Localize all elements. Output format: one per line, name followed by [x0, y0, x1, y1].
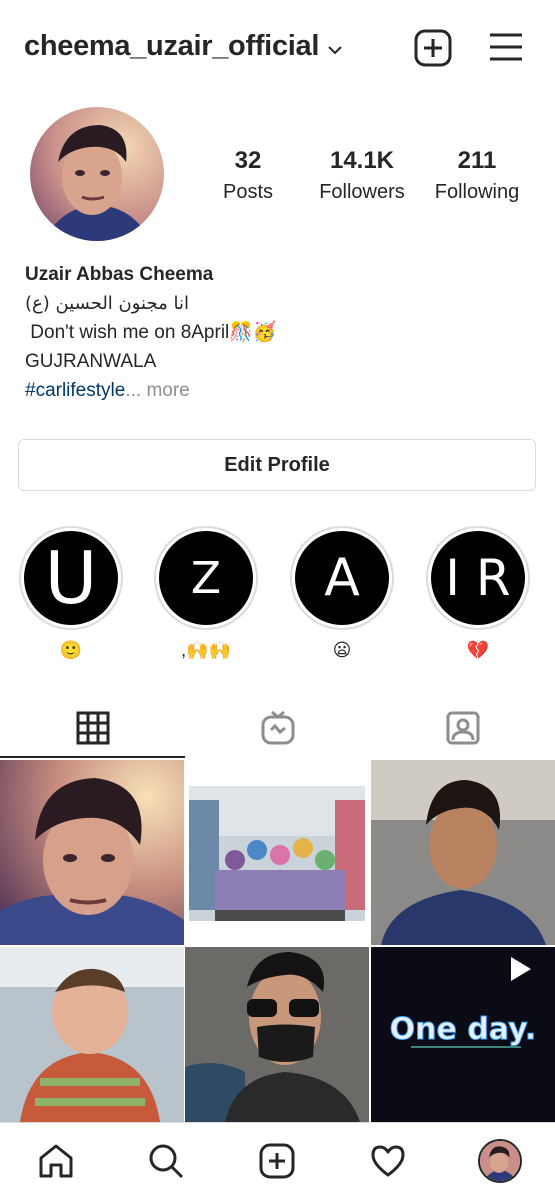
profile-avatar: [480, 1141, 520, 1181]
story-highlight[interactable]: A 😦: [289, 526, 395, 662]
following-stat[interactable]: 211 Following: [426, 147, 528, 204]
activity-heart-icon: [371, 1145, 405, 1177]
highlight-cover: I R: [431, 531, 525, 625]
profile-tabs: [0, 698, 555, 758]
highlight-label: 🙂: [59, 640, 83, 660]
highlight-ring: Z: [154, 526, 258, 630]
post-thumbnail[interactable]: [371, 760, 555, 945]
highlight-label: 💔: [466, 640, 490, 660]
following-count: 211: [457, 147, 497, 174]
highlight-label: 😦: [332, 640, 352, 660]
highlight-cover: Z: [159, 531, 253, 625]
post-thumbnail[interactable]: [185, 947, 369, 1122]
bio-line-arabic: انا مجنون الحسين (ع): [25, 293, 189, 314]
display-name: Uzair Abbas Cheema: [25, 264, 214, 285]
tab-igtv[interactable]: [185, 698, 370, 758]
posts-count: 32: [234, 147, 262, 174]
highlight-cover: U: [24, 531, 118, 625]
activity-tab[interactable]: [368, 1141, 408, 1181]
username: cheema_uzair_official: [24, 30, 320, 62]
tab-posts-grid[interactable]: [0, 698, 185, 758]
highlight-label: ,🙌🙌: [181, 640, 231, 660]
active-tab-indicator: [0, 756, 185, 758]
highlight-ring: U: [19, 526, 123, 630]
home-tab[interactable]: [36, 1141, 76, 1181]
grid-icon: [76, 711, 109, 745]
post-thumbnail[interactable]: One day.: [371, 947, 555, 1122]
menu-icon[interactable]: [487, 28, 527, 68]
bio-line-birthday: Don't wish me on 8April🎊🥳: [25, 322, 277, 343]
profile-tab[interactable]: [478, 1139, 522, 1183]
bio-line-city: GUJRANWALA: [25, 351, 157, 372]
more-link[interactable]: more: [141, 380, 189, 401]
chevron-down-icon: [328, 45, 342, 54]
highlight-ring: A: [290, 526, 394, 630]
new-post-icon[interactable]: [413, 28, 453, 68]
followers-label: Followers: [319, 181, 405, 203]
followers-stat[interactable]: 14.1K Followers: [310, 147, 414, 204]
hashtag-link[interactable]: #carlifestyle: [25, 380, 125, 401]
posts-label: Posts: [222, 181, 274, 203]
home-icon: [39, 1144, 73, 1178]
tagged-icon: [446, 711, 479, 745]
add-post-tab[interactable]: [257, 1141, 297, 1181]
profile-picture[interactable]: [30, 107, 164, 241]
following-label: Following: [434, 181, 520, 203]
overlay-text: One day.: [390, 1012, 537, 1047]
posts-grid: One day.: [0, 760, 555, 1122]
search-tab[interactable]: [146, 1141, 186, 1181]
bottom-navigation: [0, 1122, 555, 1200]
story-highlight[interactable]: I R 💔: [425, 526, 531, 662]
add-icon: [259, 1143, 295, 1179]
post-thumbnail[interactable]: [0, 947, 184, 1122]
post-thumbnail[interactable]: [185, 760, 369, 945]
followers-count: 14.1K: [329, 147, 395, 174]
highlight-cover: A: [295, 531, 389, 625]
tab-tagged[interactable]: [370, 698, 555, 758]
story-highlight[interactable]: U 🙂: [18, 526, 124, 662]
top-bar: cheema_uzair_official: [0, 0, 555, 96]
igtv-icon: [261, 710, 294, 745]
search-icon: [149, 1144, 184, 1179]
profile-bio: Uzair Abbas Cheema انا مجنون الحسين (ع) …: [25, 260, 535, 405]
post-thumbnail[interactable]: [0, 760, 184, 945]
edit-profile-button[interactable]: Edit Profile: [18, 439, 536, 491]
story-highlight[interactable]: Z ,🙌🙌: [153, 526, 259, 662]
account-switcher[interactable]: cheema_uzair_official: [24, 30, 343, 63]
posts-stat[interactable]: 32 Posts: [208, 147, 288, 204]
bio-ellipsis: ...: [125, 380, 142, 401]
highlight-ring: I R: [426, 526, 530, 630]
bio-line-hashtag: #carlifestyle... more: [25, 376, 535, 405]
